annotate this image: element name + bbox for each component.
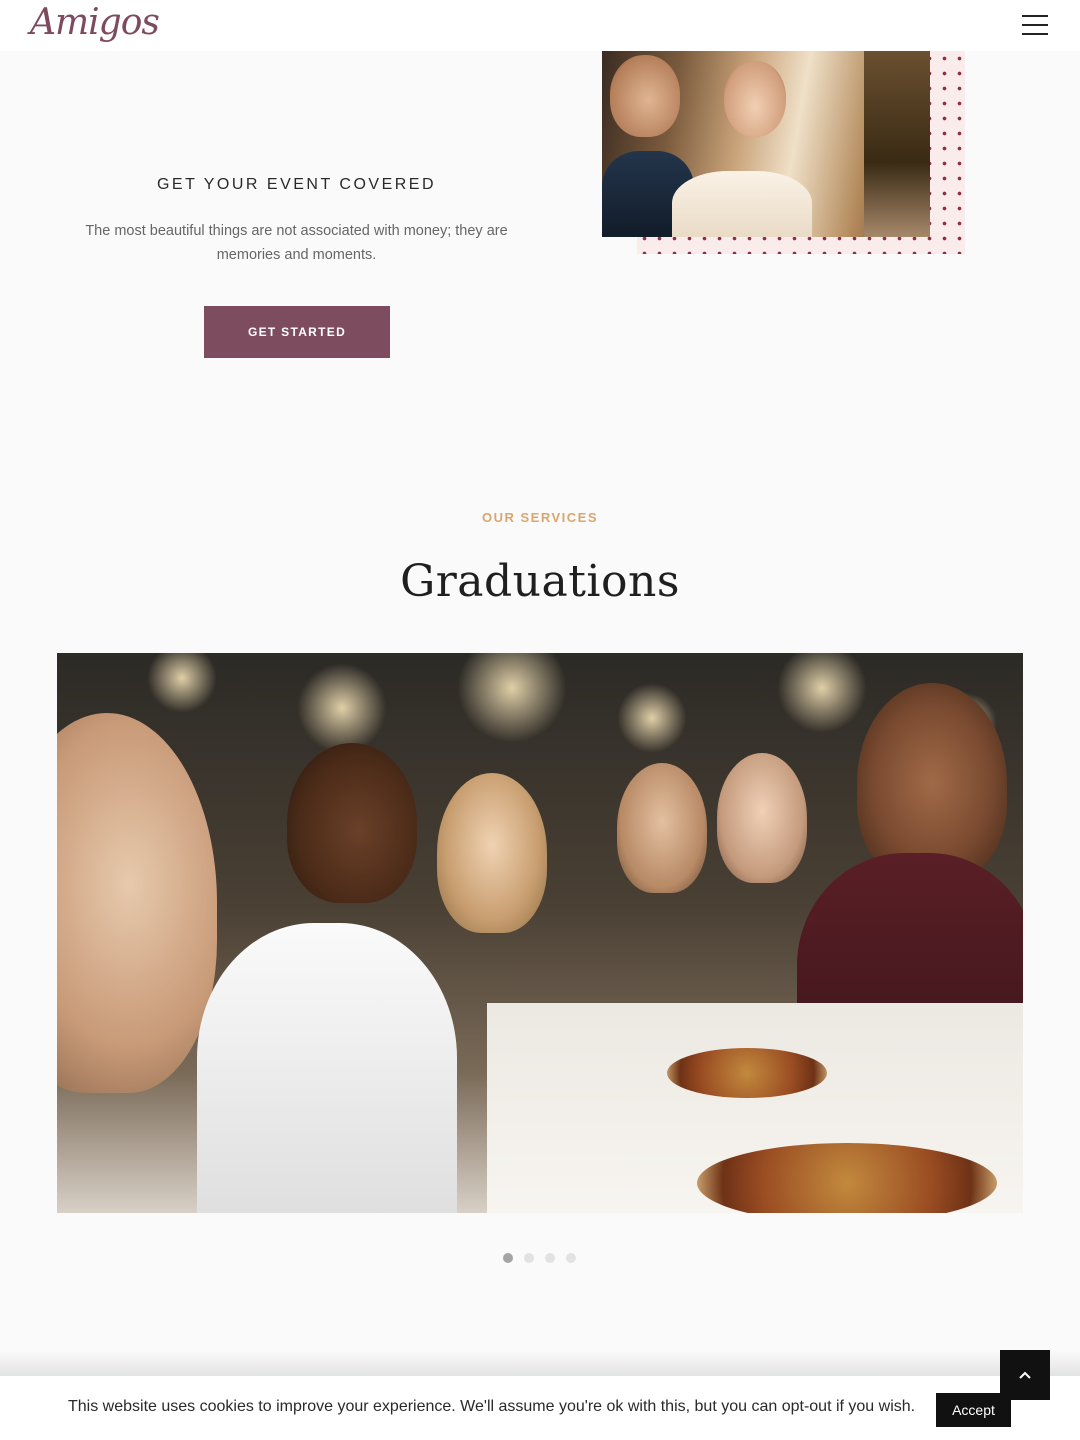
hero-text: The most beautiful things are not associ… (85, 223, 508, 263)
pizza (667, 1048, 827, 1098)
pizza (697, 1143, 997, 1213)
groom-figure (610, 55, 680, 137)
menu-bar (1022, 33, 1048, 35)
services-title: Graduations (400, 556, 680, 607)
menu-bar (1022, 15, 1048, 17)
site-logo[interactable]: Amigos (30, 2, 160, 43)
woman-center-face (287, 743, 417, 903)
carousel-dot[interactable] (545, 1253, 555, 1263)
woman-center-blouse (197, 923, 457, 1213)
bokeh-light (147, 653, 217, 713)
cookie-message: This website uses cookies to improve you… (68, 1398, 916, 1415)
graduation-party-photo (57, 653, 1023, 1213)
person-left (57, 713, 217, 1093)
couple-photo (602, 51, 930, 237)
menu-bar (1022, 24, 1048, 26)
bride-figure (724, 61, 786, 137)
get-started-button[interactable]: GET STARTED (204, 306, 390, 358)
carousel-dot[interactable] (524, 1253, 534, 1263)
car-window (864, 51, 930, 237)
cookie-bar-shadow (0, 1350, 1080, 1378)
chevron-up-icon (1019, 1371, 1031, 1379)
site-header: Amigos (0, 0, 1080, 51)
bokeh-light (457, 653, 567, 743)
bokeh-light (777, 653, 867, 733)
person-back-right (717, 753, 807, 883)
carousel-dot[interactable] (566, 1253, 576, 1263)
bride-dress (672, 171, 812, 237)
person-back-middle (617, 763, 707, 893)
bokeh-light (297, 663, 387, 753)
hamburger-menu-icon[interactable] (1022, 15, 1050, 37)
carousel-pagination (503, 1253, 576, 1263)
bokeh-light (617, 683, 687, 753)
services-label: OUR SERVICES (481, 510, 598, 525)
carousel-dot[interactable] (503, 1253, 513, 1263)
scroll-to-top-button[interactable] (1000, 1350, 1050, 1400)
person-back-left (437, 773, 547, 933)
hero-title: GET YOUR EVENT COVERED (156, 176, 437, 193)
